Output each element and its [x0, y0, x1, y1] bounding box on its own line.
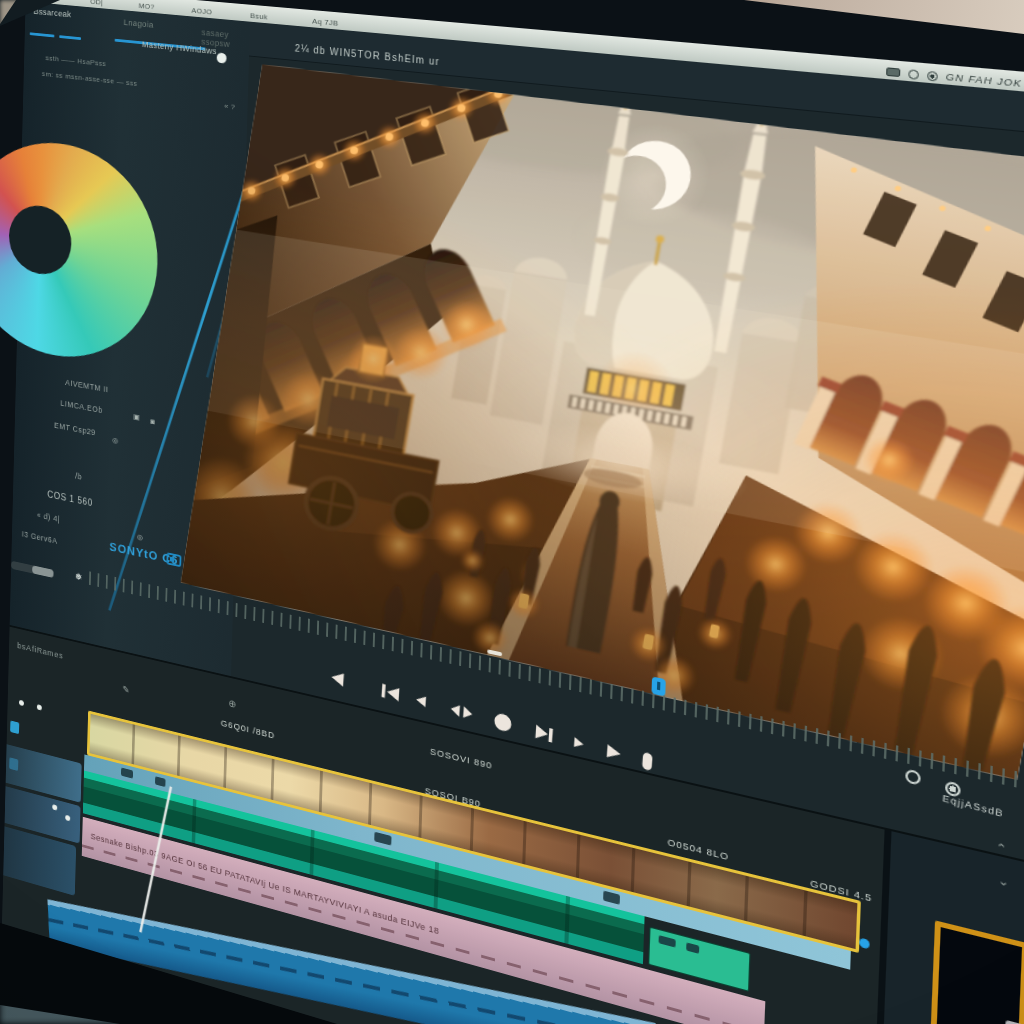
panel-row: ssth —— HsaPsss [45, 54, 106, 68]
track-dot[interactable] [19, 700, 24, 706]
h-scrollbar-handle[interactable] [32, 565, 53, 578]
target-icon[interactable]: ◎ [112, 436, 118, 445]
clip-chip [659, 935, 676, 947]
record-button[interactable] [494, 712, 512, 733]
track-dot[interactable] [37, 704, 42, 711]
reference-monitor-chip[interactable] [929, 920, 1024, 1024]
user-icon[interactable] [908, 69, 919, 80]
advance-button[interactable] [574, 737, 584, 749]
clip-chip [686, 942, 699, 953]
loop-icon[interactable] [905, 769, 921, 786]
clip-chip [374, 832, 391, 846]
track-dot[interactable] [52, 804, 57, 811]
add-marker-icon[interactable]: ⊕ [228, 698, 236, 710]
playhead-handle[interactable] [651, 676, 665, 696]
program-monitor-video[interactable] [181, 64, 1024, 780]
step-left-button[interactable] [331, 670, 344, 686]
lumetri-item[interactable]: /b [75, 471, 82, 481]
flag-icon[interactable] [886, 67, 900, 77]
menu-item[interactable]: MO? [139, 2, 155, 12]
lumetri-item[interactable]: LIMCA.EOb [60, 398, 102, 415]
track-lock-icon[interactable] [10, 720, 19, 734]
mosque-scene [181, 64, 1024, 780]
panel-row: sm: ss mssn-asse-sse — sss [42, 70, 138, 88]
menu-item[interactable]: AOJO [191, 6, 212, 16]
editor-screen: OD| MO? AOJO Bsuk Aq 7JB GN FAH JOK 2¼ d… [2, 0, 1024, 1024]
monitor-note: EqjjASsdB [942, 793, 1004, 819]
menu-item[interactable]: OD| [90, 0, 103, 7]
chevron-up-icon[interactable]: ⌃ [995, 840, 1007, 856]
record-icon[interactable] [927, 70, 938, 81]
clip-chip [603, 891, 620, 905]
stop-button[interactable] [642, 752, 653, 771]
snowflake-icon: ❅ [75, 571, 82, 582]
sync-dot [859, 937, 870, 949]
target-icon[interactable]: ◎ [137, 532, 143, 541]
play-pair-button[interactable] [450, 703, 472, 720]
clip-label: G6Q0I /8BD [221, 717, 276, 740]
lumetri-item[interactable]: COS 1 560 [47, 489, 93, 508]
menu-item[interactable]: Aq 7JB [312, 17, 338, 28]
slider-bar[interactable] [30, 32, 55, 37]
skip-start-button[interactable] [381, 684, 399, 702]
skip-next-button[interactable] [535, 725, 553, 743]
pen-tool-icon[interactable]: ✎ [122, 684, 129, 696]
clip-chip [121, 768, 133, 779]
play-back-button[interactable] [416, 694, 426, 707]
more-options[interactable]: « ? [224, 102, 235, 112]
track-dot[interactable] [65, 815, 70, 822]
monitor-title: 2¼ db WIN5TOR BshEIm ur [295, 43, 440, 67]
chevron-down-icon[interactable]: ⌄ [998, 873, 1010, 890]
timeline-panel-label: bsAfiRames [17, 641, 63, 661]
clip-chip [155, 776, 166, 787]
badge-icon: ▣ [133, 412, 140, 421]
toggle-knob[interactable] [217, 52, 227, 63]
lumetri-item[interactable]: EMT Csp29 [54, 421, 96, 438]
photo-of-monitor: OD| MO? AOJO Bsuk Aq 7JB GN FAH JOK 2¼ d… [0, 0, 1024, 1024]
lumetri-item[interactable]: I3 Gerv6A [22, 529, 58, 545]
lumetri-item[interactable]: AIVEMTM II [65, 378, 108, 395]
slider-bar[interactable] [59, 35, 81, 40]
timeline-right-panel: ⌃ ⌄ ▦ ≡ ✈ [871, 830, 1024, 1024]
menu-item[interactable]: Bsuk [250, 11, 268, 21]
lumetri-item[interactable]: « d) 4| [37, 510, 60, 524]
tab-creative[interactable]: Lnagoia [124, 18, 154, 30]
badge-icon: ◙ [150, 417, 154, 426]
play-forward-button[interactable] [607, 744, 621, 760]
clip-label: SOSOVI 890 [430, 745, 493, 770]
